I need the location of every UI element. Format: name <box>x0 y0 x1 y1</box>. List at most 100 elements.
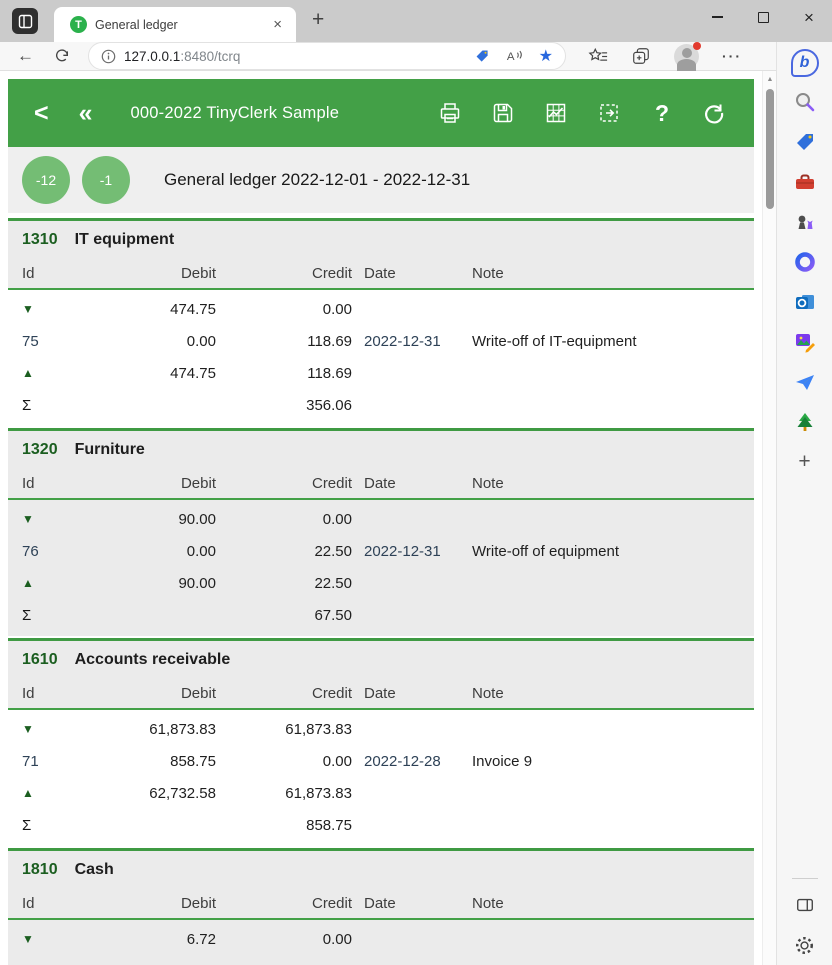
scroll-up-icon[interactable]: ▲ <box>763 76 777 83</box>
back-button[interactable]: ← <box>17 46 34 66</box>
sidebar-m365-button[interactable] <box>777 242 832 282</box>
sidebar-drop-button[interactable] <box>777 362 832 402</box>
sidebar-shopping-button[interactable] <box>777 122 832 162</box>
column-headers: Id Debit Credit Date Note <box>22 262 740 284</box>
reload-button[interactable] <box>54 48 70 64</box>
account-name: Accounts receivable <box>75 651 231 668</box>
row-credit: 356.06 <box>216 397 352 414</box>
app-refresh-button[interactable] <box>702 100 728 126</box>
row-credit: 22.50 <box>216 543 352 560</box>
sidebar-search-button[interactable] <box>777 82 832 122</box>
row-id: Σ <box>22 607 66 624</box>
section-rows: ▼ 474.75 0.00 75 0.00 118.69 2022-12-31 … <box>8 290 754 426</box>
sidebar-tree-button[interactable] <box>777 402 832 442</box>
app-collapse-button[interactable]: « <box>79 101 93 126</box>
minimize-button[interactable] <box>694 0 740 34</box>
save-button[interactable] <box>490 100 516 126</box>
sidebar-add-button[interactable]: + <box>777 442 832 482</box>
bing-chat-button[interactable]: b <box>777 44 832 82</box>
games-icon <box>793 210 817 234</box>
account-name: Cash <box>75 861 114 878</box>
image-creator-icon <box>793 330 817 354</box>
row-credit: 118.69 <box>216 333 352 350</box>
sidebar-settings-button[interactable] <box>777 925 832 965</box>
more-menu-button[interactable]: ··· <box>722 48 742 64</box>
bing-icon: b <box>791 49 819 77</box>
new-tab-button[interactable]: + <box>312 8 324 32</box>
app-header: < « 000-2022 TinyClerk Sample <box>8 79 754 147</box>
col-note: Note <box>460 685 740 702</box>
split-screen-icon <box>795 895 815 915</box>
row-credit: 61,873.83 <box>216 785 352 802</box>
period-back-12-button[interactable]: -12 <box>22 156 70 204</box>
close-button[interactable]: × <box>786 0 832 34</box>
col-id: Id <box>22 475 66 492</box>
browser-tab[interactable]: T General ledger × <box>54 7 296 42</box>
export-button[interactable] <box>596 100 622 126</box>
ledger-row: ▲ 474.75 118.69 <box>22 357 740 389</box>
minimize-icon <box>712 16 723 17</box>
section-rows: ▼ 61,873.83 61,873.83 71 858.75 0.00 202… <box>8 710 754 846</box>
sidebar-outlook-button[interactable] <box>777 282 832 322</box>
browser-window: T General ledger × + × ← <box>0 0 832 965</box>
row-id: 76 <box>22 543 66 560</box>
column-headers: Id Debit Credit Date Note <box>22 472 740 494</box>
col-credit: Credit <box>216 685 352 702</box>
favorite-star-icon[interactable]: ★ <box>539 46 553 66</box>
col-id: Id <box>22 895 66 912</box>
ledger-row: Σ 858.75 <box>22 809 740 841</box>
ledger-row: 71 858.75 0.00 2022-12-28 Invoice 9 <box>22 745 740 777</box>
favorites-list-icon[interactable] <box>588 47 608 66</box>
row-credit: 22.50 <box>216 575 352 592</box>
vertical-scrollbar[interactable]: ▲ ▼ <box>762 71 776 965</box>
account-name: IT equipment <box>75 231 175 248</box>
col-credit: Credit <box>216 265 352 282</box>
ledger-row: 76 0.00 22.50 2022-12-31 Write-off of eq… <box>22 535 740 567</box>
section-title: 1310IT equipment <box>22 230 740 250</box>
app-back-button[interactable]: < <box>34 101 49 126</box>
col-date: Date <box>352 685 460 702</box>
read-aloud-icon[interactable]: A <box>506 48 524 64</box>
profile-avatar[interactable] <box>674 44 699 69</box>
collections-icon[interactable] <box>631 46 651 66</box>
web-page: < « 000-2022 TinyClerk Sample <box>0 71 762 965</box>
col-debit: Debit <box>66 265 216 282</box>
sidebar-tools-button[interactable] <box>777 162 832 202</box>
ledger-row: Σ 356.06 <box>22 389 740 421</box>
scrollbar-thumb[interactable] <box>766 89 774 209</box>
row-debit: 474.75 <box>66 365 216 382</box>
row-id: ▼ <box>22 512 66 526</box>
split-screen-button[interactable] <box>777 885 832 925</box>
row-credit: 118.69 <box>216 365 352 382</box>
info-icon[interactable] <box>101 49 116 64</box>
shopping-tag-icon[interactable] <box>474 48 491 65</box>
tree-icon <box>793 410 817 434</box>
col-credit: Credit <box>216 475 352 492</box>
help-button[interactable]: ? <box>649 100 675 126</box>
col-date: Date <box>352 895 460 912</box>
section-header: 1610Accounts receivable Id Debit Credit … <box>8 641 754 710</box>
ledger-row: ▲ 6.72 0.00 <box>22 955 740 965</box>
print-button[interactable] <box>437 100 463 126</box>
maximize-button[interactable] <box>740 0 786 34</box>
chart-icon <box>543 100 569 126</box>
row-credit: 61,873.83 <box>216 721 352 738</box>
row-debit: 62,732.58 <box>66 785 216 802</box>
period-back-1-button[interactable]: -1 <box>82 156 130 204</box>
address-bar[interactable]: 127.0.0.1:8480/tcrq A ★ <box>88 42 566 70</box>
tab-close-icon[interactable]: × <box>269 16 286 33</box>
row-id: ▼ <box>22 302 66 316</box>
sidebar-image-creator-button[interactable] <box>777 322 832 362</box>
section-header: 1810Cash Id Debit Credit Date Note <box>8 851 754 920</box>
drop-paper-plane-icon <box>793 370 817 394</box>
export-icon <box>596 100 622 126</box>
tab-actions-button[interactable] <box>12 8 38 34</box>
tab-favicon: T <box>70 16 87 33</box>
sidebar-games-button[interactable] <box>777 202 832 242</box>
url-field[interactable]: 127.0.0.1:8480/tcrq <box>124 49 474 64</box>
section-title: 1810Cash <box>22 860 740 880</box>
col-debit: Debit <box>66 475 216 492</box>
chart-button[interactable] <box>543 100 569 126</box>
section-rows: ▼ 90.00 0.00 76 0.00 22.50 2022-12-31 Wr… <box>8 500 754 636</box>
row-id: ▼ <box>22 722 66 736</box>
